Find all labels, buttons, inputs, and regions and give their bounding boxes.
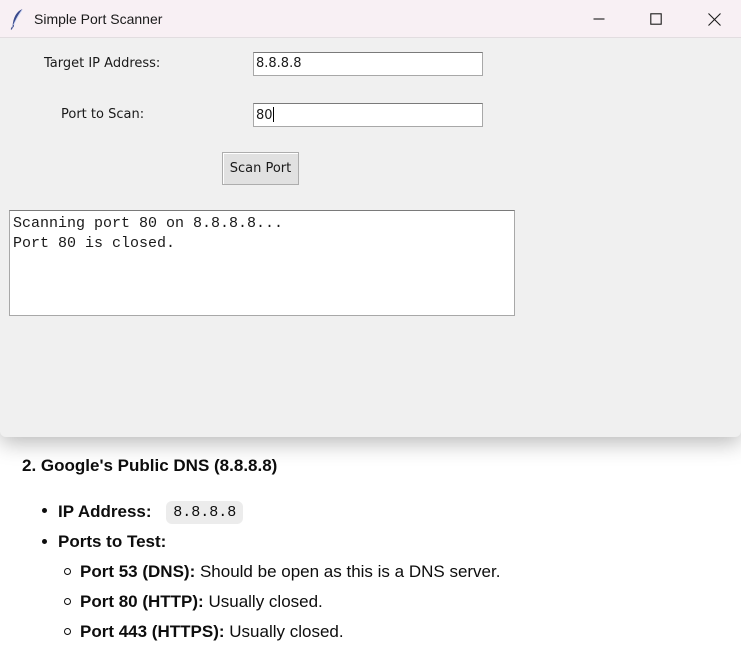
bullet-dot <box>42 539 47 544</box>
doc-heading: 2. Google's Public DNS (8.8.8.8) <box>22 456 278 475</box>
close-icon <box>707 12 721 26</box>
output-line: Port 80 is closed. <box>13 235 176 252</box>
text-cursor <box>272 107 274 122</box>
ports-to-test-label: Ports to Test: <box>58 532 167 551</box>
title-bar[interactable]: Simple Port Scanner <box>0 0 741 38</box>
maximize-button[interactable] <box>628 0 684 38</box>
minimize-icon <box>593 18 605 20</box>
port-label: Port to Scan: <box>61 107 145 122</box>
port-desc: Should be open as this is a DNS server. <box>195 562 501 581</box>
port-desc: Usually closed. <box>224 622 344 641</box>
list-item-port-53: Port 53 (DNS): Should be open as this is… <box>64 562 501 582</box>
target-ip-label: Target IP Address: <box>44 56 161 71</box>
window-title: Simple Port Scanner <box>34 11 163 27</box>
port-scanner-window: Simple Port Scanner Target IP Address: 8… <box>0 0 741 437</box>
ip-code-chip: 8.8.8.8 <box>166 501 244 524</box>
minimize-button[interactable] <box>571 0 627 38</box>
port-label: Port 80 (HTTP): <box>80 592 204 611</box>
ip-address-label: IP Address: <box>58 502 152 521</box>
target-ip-value: 8.8.8.8 <box>256 56 302 71</box>
list-item-port-443: Port 443 (HTTPS): Usually closed. <box>64 622 344 642</box>
output-textbox[interactable]: Scanning port 80 on 8.8.8.8... Port 80 i… <box>9 210 515 316</box>
target-ip-input[interactable]: 8.8.8.8 <box>253 52 483 76</box>
list-item-ports: Ports to Test: <box>42 532 167 552</box>
bullet-circle <box>64 628 71 635</box>
port-value: 80 <box>256 108 273 123</box>
list-item-port-80: Port 80 (HTTP): Usually closed. <box>64 592 323 612</box>
bullet-dot <box>42 508 47 513</box>
port-label: Port 443 (HTTPS): <box>80 622 225 641</box>
port-input[interactable]: 80 <box>253 103 483 127</box>
scan-port-button-label: Scan Port <box>229 161 292 176</box>
feather-icon <box>10 9 23 30</box>
output-line: Scanning port 80 on 8.8.8.8... <box>13 215 284 232</box>
port-label: Port 53 (DNS): <box>80 562 196 581</box>
maximize-icon <box>650 13 662 25</box>
port-desc: Usually closed. <box>203 592 323 611</box>
scan-port-button[interactable]: Scan Port <box>222 152 299 185</box>
list-item-ip: IP Address: 8.8.8.8 <box>42 501 244 524</box>
bullet-circle <box>64 568 71 575</box>
bullet-circle <box>64 598 71 605</box>
close-button[interactable] <box>686 0 741 38</box>
